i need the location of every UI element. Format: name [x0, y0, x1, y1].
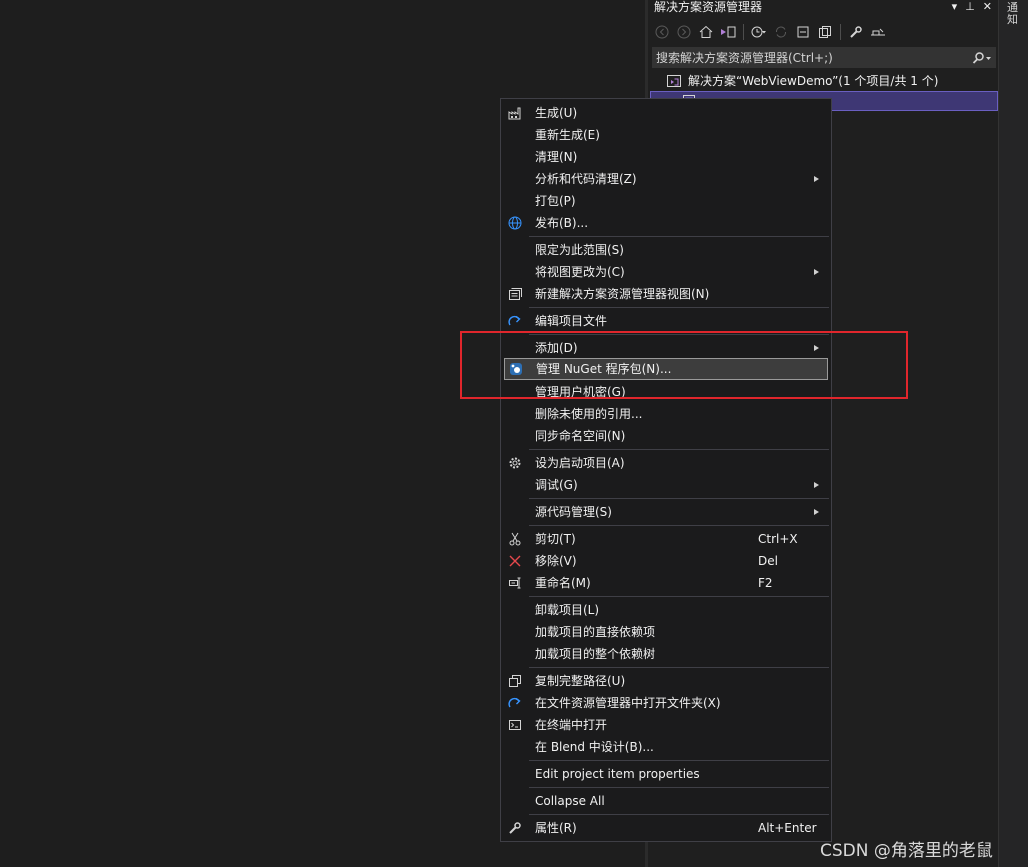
submenu-arrow-icon [814, 501, 820, 523]
watermark: CSDN @角落里的老鼠 [820, 841, 993, 861]
search-input[interactable] [656, 50, 968, 65]
search-box[interactable] [652, 47, 996, 68]
menu-item-publish[interactable]: 发布(B)... [504, 212, 828, 234]
menu-item-cut[interactable]: 剪切(T) Ctrl+X [504, 528, 828, 550]
menu-separator [529, 525, 829, 526]
panel-toolbar [652, 20, 992, 44]
menu-item-set-startup[interactable]: 设为启动项目(A) [504, 452, 828, 474]
menu-separator [529, 498, 829, 499]
menu-item-unload[interactable]: 卸载项目(L) [504, 599, 828, 621]
open-folder-redirect-icon [507, 695, 523, 711]
menu-separator [529, 307, 829, 308]
show-all-files-icon[interactable] [815, 22, 835, 42]
menu-item-sync-namespaces[interactable]: 同步命名空间(N) [504, 425, 828, 447]
new-view-icon [507, 286, 523, 302]
copy-icon [507, 673, 523, 689]
toolbar-separator [743, 24, 744, 40]
submenu-arrow-icon [814, 474, 820, 496]
menu-item-remove-unused-refs[interactable]: 删除未使用的引用... [504, 403, 828, 425]
collapse-all-icon[interactable] [793, 22, 813, 42]
wrench-icon [507, 820, 523, 836]
build-icon [507, 105, 523, 121]
shortcut-label: Alt+Enter [758, 821, 817, 835]
dropdown-icon[interactable]: ▾ [952, 0, 958, 14]
menu-item-pack[interactable]: 打包(P) [504, 190, 828, 212]
menu-item-properties[interactable]: 属性(R) Alt+Enter [504, 817, 828, 839]
menu-item-rebuild[interactable]: 重新生成(E) [504, 124, 828, 146]
terminal-icon [507, 717, 523, 733]
menu-item-edit-project-file[interactable]: 编辑项目文件 [504, 310, 828, 332]
back-icon[interactable] [652, 22, 672, 42]
shortcut-label: Del [758, 554, 778, 568]
delete-x-icon [507, 553, 523, 569]
notifications-label: 通知 [1007, 1, 1018, 26]
submenu-arrow-icon [814, 261, 820, 283]
menu-item-scope[interactable]: 限定为此范围(S) [504, 239, 828, 261]
menu-separator [529, 760, 829, 761]
menu-item-analyze[interactable]: 分析和代码清理(Z) [504, 168, 828, 190]
submenu-arrow-icon [814, 168, 820, 190]
menu-item-debug[interactable]: 调试(G) [504, 474, 828, 496]
shortcut-label: F2 [758, 576, 773, 590]
shortcut-label: Ctrl+X [758, 532, 798, 546]
panel-title: 解决方案资源管理器 [654, 0, 763, 14]
notifications-strip[interactable]: 通知 [998, 0, 1028, 867]
gear-icon [507, 455, 523, 471]
menu-item-open-folder[interactable]: 在文件资源管理器中打开文件夹(X) [504, 692, 828, 714]
menu-item-collapse-all[interactable]: Collapse All [504, 790, 828, 812]
menu-separator [529, 667, 829, 668]
sync-icon[interactable] [771, 22, 791, 42]
tree-item-solution[interactable]: 解决方案“WebViewDemo”(1 个项目/共 1 个) [666, 71, 938, 91]
globe-icon [507, 215, 523, 231]
menu-item-clean[interactable]: 清理(N) [504, 146, 828, 168]
menu-item-blend[interactable]: 在 Blend 中设计(B)... [504, 736, 828, 758]
forward-icon[interactable] [674, 22, 694, 42]
menu-item-edit-props[interactable]: Edit project item properties [504, 763, 828, 785]
home-icon[interactable] [696, 22, 716, 42]
menu-item-open-terminal[interactable]: 在终端中打开 [504, 714, 828, 736]
close-icon[interactable]: ✕ [983, 0, 992, 14]
toolbar-separator [840, 24, 841, 40]
menu-item-copy-path[interactable]: 复制完整路径(U) [504, 670, 828, 692]
properties-wrench-icon[interactable] [846, 22, 866, 42]
search-icon[interactable] [968, 51, 996, 64]
edit-redirect-icon [507, 313, 523, 329]
scissors-icon [507, 531, 523, 547]
tree-item-label: 解决方案“WebViewDemo”(1 个项目/共 1 个) [688, 74, 939, 88]
context-menu: 生成(U) 重新生成(E) 清理(N) 分析和代码清理(Z) 打包(P) 发布(… [500, 98, 832, 842]
menu-separator [529, 814, 829, 815]
menu-separator [529, 787, 829, 788]
preview-icon[interactable] [868, 22, 888, 42]
menu-separator [529, 449, 829, 450]
menu-item-build[interactable]: 生成(U) [504, 102, 828, 124]
annotation-highlight-box [460, 331, 908, 399]
solution-icon [666, 73, 682, 89]
pending-changes-icon[interactable] [749, 22, 769, 42]
menu-item-new-view[interactable]: 新建解决方案资源管理器视图(N) [504, 283, 828, 305]
menu-separator [529, 236, 829, 237]
menu-item-remove[interactable]: 移除(V) Del [504, 550, 828, 572]
pin-icon[interactable]: ⊥ [965, 0, 975, 14]
menu-item-load-dep-tree[interactable]: 加载项目的整个依赖树 [504, 643, 828, 665]
panel-title-tools: ▾ ⊥ ✕ [952, 0, 992, 14]
switch-views-icon[interactable] [718, 22, 738, 42]
menu-separator [529, 596, 829, 597]
menu-item-rename[interactable]: 重命名(M) F2 [504, 572, 828, 594]
menu-item-change-view[interactable]: 将视图更改为(C) [504, 261, 828, 283]
menu-item-load-direct-deps[interactable]: 加载项目的直接依赖项 [504, 621, 828, 643]
rename-icon [507, 575, 523, 591]
menu-item-source-control[interactable]: 源代码管理(S) [504, 501, 828, 523]
